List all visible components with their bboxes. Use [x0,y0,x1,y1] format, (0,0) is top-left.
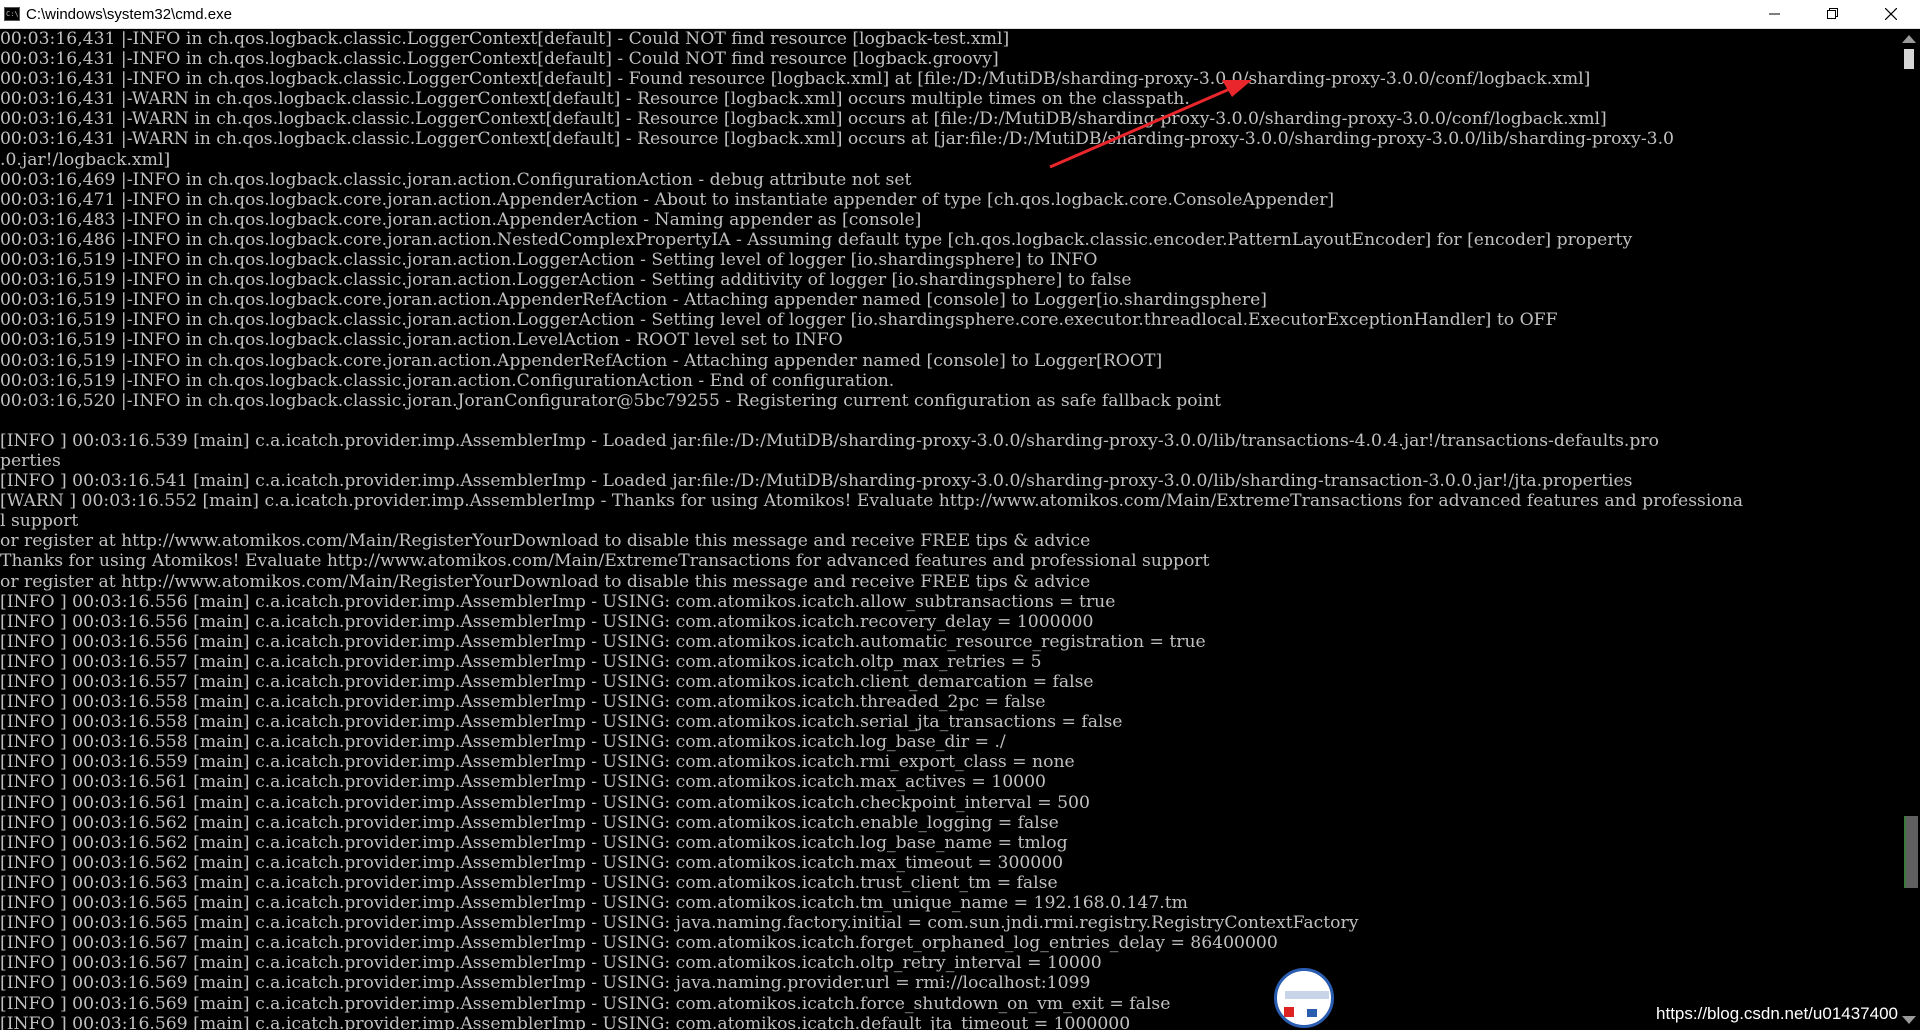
console-line: 00:03:16,519 |-INFO in ch.qos.logback.co… [0,290,1267,311]
console-line: [INFO ] 00:03:16.567 [main] c.a.icatch.p… [0,953,1102,974]
restore-icon [1827,8,1838,19]
console-line: 00:03:16,469 |-INFO in ch.qos.logback.cl… [0,169,912,190]
watermark-url: https://blog.csdn.net/u01437400 [1656,1004,1898,1023]
console-line: [INFO ] 00:03:16.561 [main] c.a.icatch.p… [0,792,1090,813]
console-line: [INFO ] 00:03:16.569 [main] c.a.icatch.p… [0,1013,1131,1030]
console-line: 00:03:16,431 |-WARN in ch.qos.logback.cl… [0,109,1607,130]
console-line: l support [0,511,79,532]
console-line: Thanks for using Atomikos! Evaluate http… [0,551,1210,572]
scroll-track[interactable] [1904,49,1914,69]
console-line: [INFO ] 00:03:16.558 [main] c.a.icatch.p… [0,732,1006,753]
console-line: [INFO ] 00:03:16.562 [main] c.a.icatch.p… [0,852,1064,873]
console-line: [INFO ] 00:03:16.563 [main] c.a.icatch.p… [0,872,1058,893]
console-line: 00:03:16,483 |-INFO in ch.qos.logback.co… [0,209,922,230]
console-line: [INFO ] 00:03:16.556 [main] c.a.icatch.p… [0,631,1206,652]
console-line: [INFO ] 00:03:16.565 [main] c.a.icatch.p… [0,893,1188,914]
console-line: [INFO ] 00:03:16.567 [main] c.a.icatch.p… [0,933,1278,954]
console-line: [INFO ] 00:03:16.569 [main] c.a.icatch.p… [0,973,1091,994]
console-line: 00:03:16,519 |-INFO in ch.qos.logback.cl… [0,250,1098,271]
minimize-icon [1769,13,1780,15]
close-icon [1885,8,1897,20]
console-line: [INFO ] 00:03:16.559 [main] c.a.icatch.p… [0,752,1075,773]
console-line: [INFO ] 00:03:16.569 [main] c.a.icatch.p… [0,993,1171,1014]
minimize-button[interactable] [1746,0,1804,28]
console-line: or register at http://www.atomikos.com/M… [0,571,1091,592]
console-line: 00:03:16,519 |-INFO in ch.qos.logback.co… [0,350,1163,371]
vertical-scrollbar[interactable] [1898,29,1920,1030]
console-line: [INFO ] 00:03:16.556 [main] c.a.icatch.p… [0,591,1116,612]
console-line: 00:03:16,431 |-INFO in ch.qos.logback.cl… [0,49,999,70]
cmd-window: C:\windows\system32\cmd.exe 00:03:16,431… [0,0,1920,1030]
console-line: .0.jar!/logback.xml] [0,149,171,170]
close-button[interactable] [1862,0,1920,28]
console-line: 00:03:16,431 |-INFO in ch.qos.logback.cl… [0,69,1591,90]
console-line: perties [0,450,61,471]
restore-button[interactable] [1804,0,1862,28]
badge-text-strip [1285,991,1329,999]
scroll-thumb[interactable] [1904,816,1918,888]
console-line: [INFO ] 00:03:16.562 [main] c.a.icatch.p… [0,812,1059,833]
console-line: [INFO ] 00:03:16.565 [main] c.a.icatch.p… [0,913,1359,934]
console-line: [INFO ] 00:03:16.562 [main] c.a.icatch.p… [0,832,1068,853]
console-line: [INFO ] 00:03:16.557 [main] c.a.icatch.p… [0,651,1042,672]
console-line: 00:03:16,520 |-INFO in ch.qos.logback.cl… [0,390,1222,411]
badge-red-mark [1284,1007,1294,1017]
floating-assistant-badge[interactable] [1274,968,1334,1028]
console-line: [INFO ] 00:03:16.557 [main] c.a.icatch.p… [0,672,1094,692]
console-line: 00:03:16,431 |-WARN in ch.qos.logback.cl… [0,89,1190,110]
console-line: 00:03:16,519 |-INFO in ch.qos.logback.cl… [0,310,1558,331]
console-line: [INFO ] 00:03:16.539 [main] c.a.icatch.p… [0,430,1659,451]
scroll-up-arrow-icon[interactable] [1902,35,1916,43]
console-line: [INFO ] 00:03:16.541 [main] c.a.icatch.p… [0,471,1633,492]
console-line: 00:03:16,519 |-INFO in ch.qos.logback.cl… [0,270,1132,291]
console-line: 00:03:16,471 |-INFO in ch.qos.logback.co… [0,189,1335,210]
console-line: 00:03:16,519 |-INFO in ch.qos.logback.cl… [0,330,843,351]
title-bar[interactable]: C:\windows\system32\cmd.exe [0,0,1920,29]
console-line: 00:03:16,431 |-WARN in ch.qos.logback.cl… [0,129,1674,150]
console-line: 00:03:16,431 |-INFO in ch.qos.logback.cl… [0,29,1010,49]
console-line: or register at http://www.atomikos.com/M… [0,531,1091,552]
console-line: [WARN ] 00:03:16.552 [main] c.a.icatch.p… [0,491,1744,512]
cmd-app-icon[interactable] [4,7,20,21]
window-controls [1746,0,1920,28]
console-line: [INFO ] 00:03:16.556 [main] c.a.icatch.p… [0,611,1094,632]
window-title: C:\windows\system32\cmd.exe [26,5,232,23]
console-output[interactable]: 00:03:16,431 |-INFO in ch.qos.logback.cl… [0,29,1898,1030]
scroll-down-arrow-icon[interactable] [1902,1016,1916,1024]
badge-blue-mark [1307,1009,1317,1017]
console-line: 00:03:16,519 |-INFO in ch.qos.logback.cl… [0,370,895,391]
console-line: 00:03:16,486 |-INFO in ch.qos.logback.co… [0,229,1633,250]
console-line: [INFO ] 00:03:16.561 [main] c.a.icatch.p… [0,772,1046,793]
console-line: [INFO ] 00:03:16.558 [main] c.a.icatch.p… [0,692,1046,713]
console-line: [INFO ] 00:03:16.558 [main] c.a.icatch.p… [0,712,1123,733]
